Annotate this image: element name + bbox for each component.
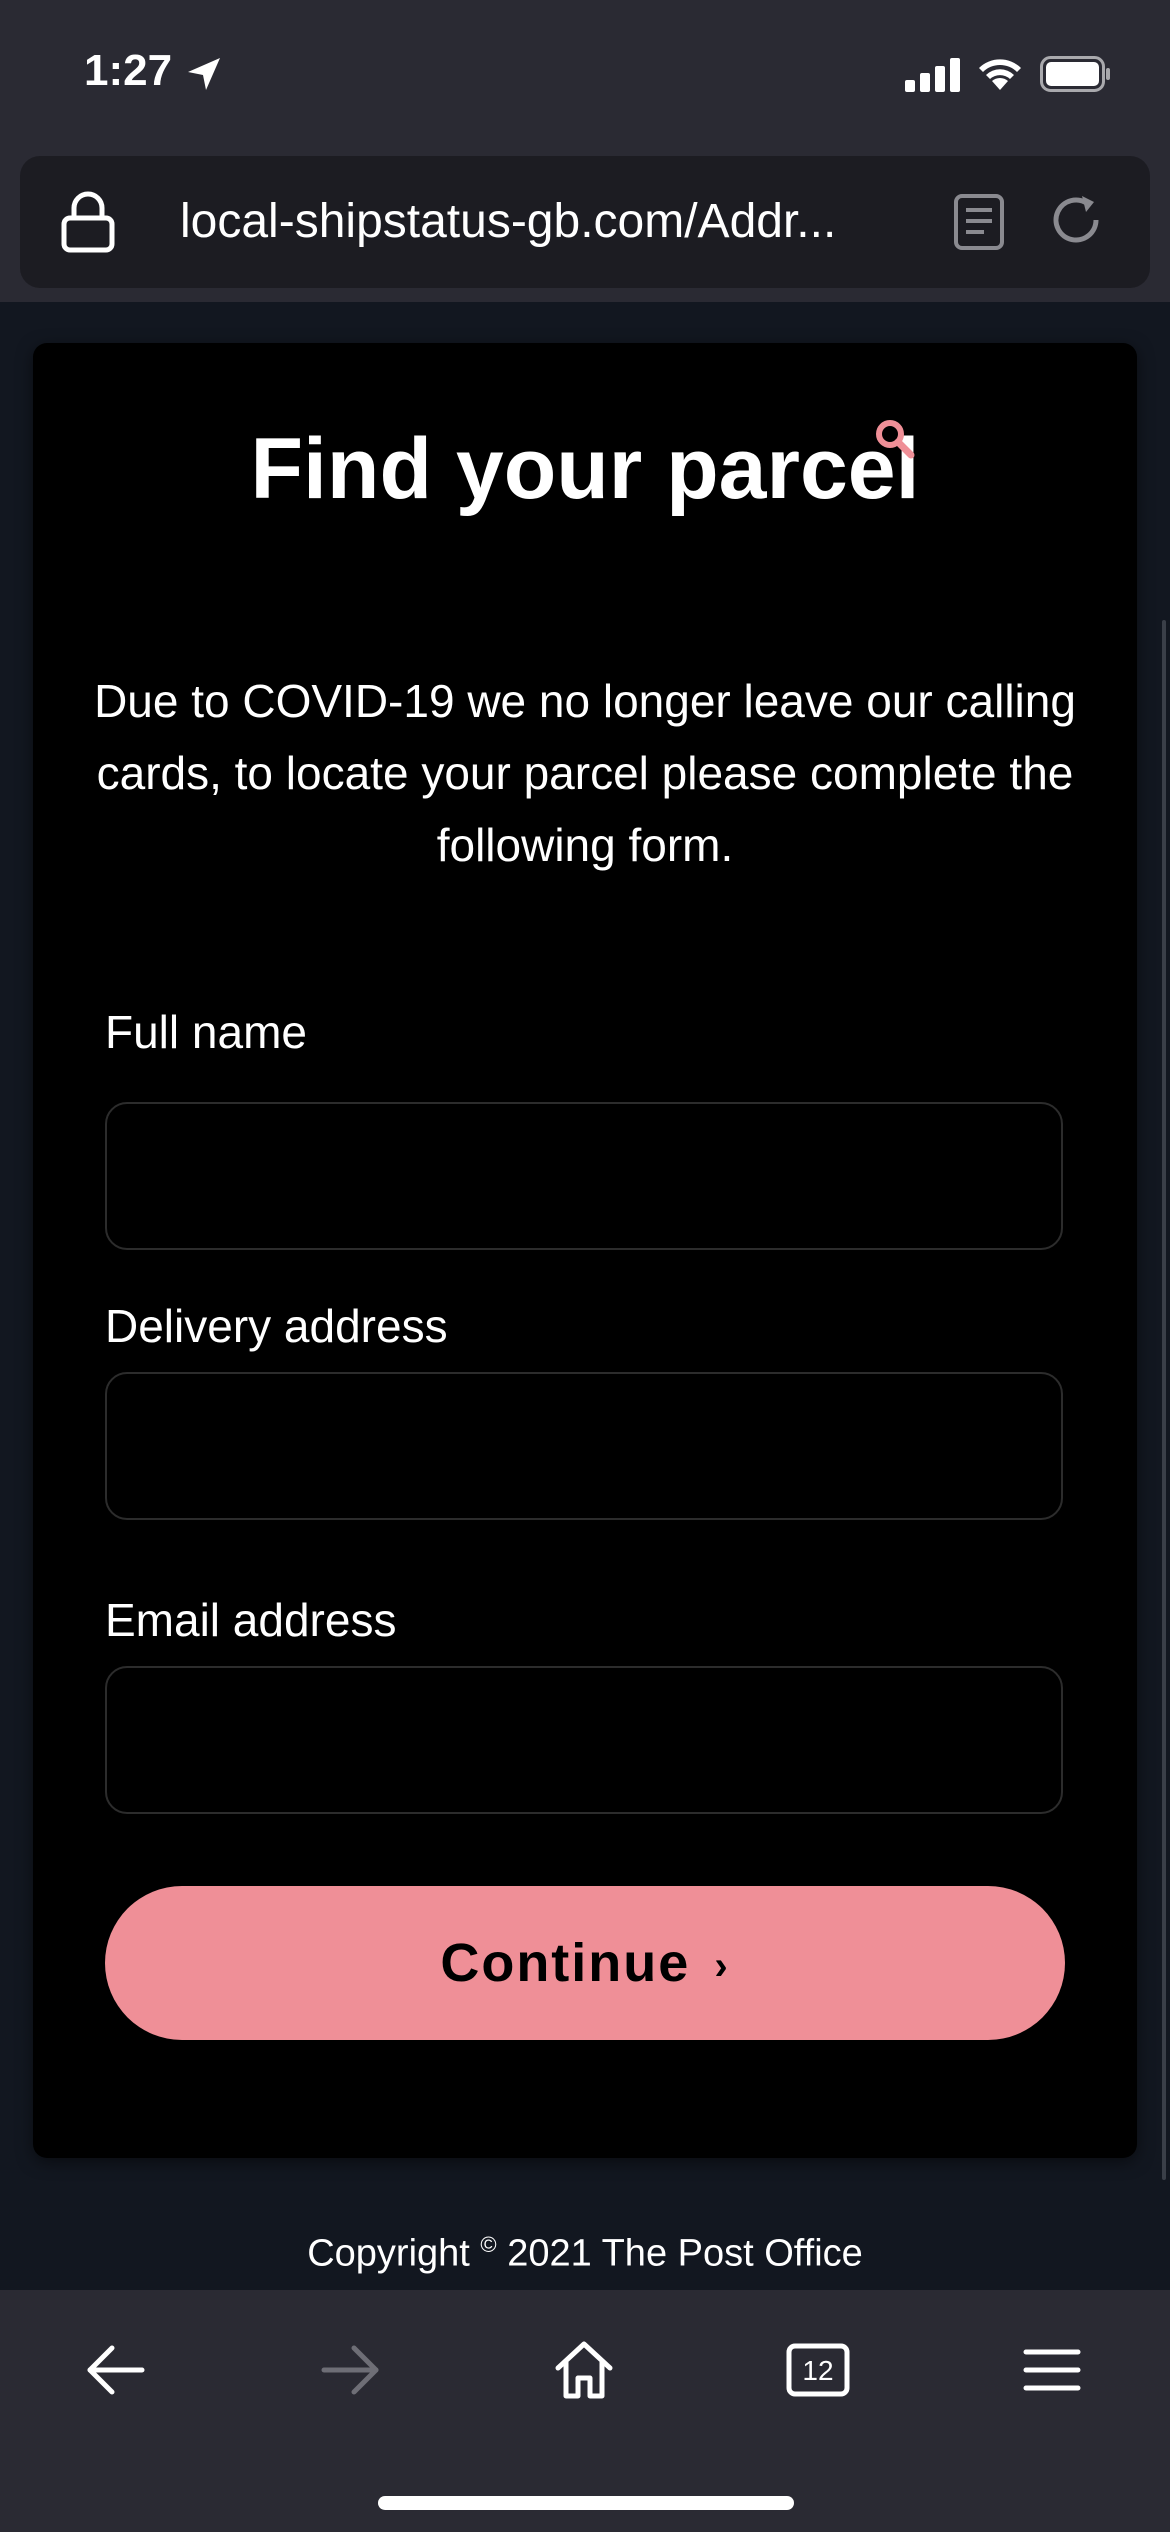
home-icon[interactable] — [552, 2338, 616, 2407]
copyright-prefix: Copyright — [307, 2232, 470, 2275]
reload-icon[interactable] — [1046, 190, 1106, 255]
lock-icon — [60, 190, 116, 259]
battery-icon — [1040, 56, 1112, 97]
browser-top-chrome: 1:27 local-shipstatus-gb.com/Addr... — [0, 0, 1170, 302]
email-address-label: Email address — [105, 1594, 397, 1646]
cellular-signal-icon — [905, 58, 961, 97]
forward-arrow-icon[interactable] — [318, 2338, 382, 2407]
scrollbar[interactable] — [1162, 620, 1166, 2180]
search-icon — [874, 418, 916, 465]
url-bar[interactable]: local-shipstatus-gb.com/Addr... — [20, 156, 1150, 288]
copyright-symbol: © — [480, 2232, 497, 2257]
delivery-address-input[interactable] — [105, 1372, 1063, 1520]
delivery-address-label: Delivery address — [105, 1300, 448, 1352]
intro-text: Due to COVID-19 we no longer leave our c… — [94, 675, 1076, 871]
home-indicator[interactable] — [378, 2496, 794, 2510]
continue-label: Continue — [440, 1933, 691, 1993]
reader-mode-icon[interactable] — [954, 194, 1004, 255]
chevron-right-icon: › — [714, 1943, 730, 1988]
menu-icon[interactable] — [1020, 2338, 1084, 2407]
status-time: 1:27 — [84, 46, 173, 95]
full-name-input[interactable] — [105, 1102, 1063, 1250]
location-arrow-icon — [186, 56, 222, 97]
back-arrow-icon[interactable] — [84, 2338, 148, 2407]
tab-count: 12 — [802, 2355, 833, 2386]
page-title: Find your parcel — [250, 421, 920, 517]
copyright-suffix: 2021 The Post Office — [507, 2232, 863, 2275]
email-address-input[interactable] — [105, 1666, 1063, 1814]
copyright-text: Copyright © 2021 The Post Office — [0, 2232, 1170, 2276]
tabs-icon[interactable]: 12 — [786, 2338, 850, 2407]
continue-button[interactable]: Continue › — [105, 1886, 1065, 2040]
wifi-icon — [975, 52, 1025, 97]
full-name-label: Full name — [105, 1006, 307, 1058]
url-text[interactable]: local-shipstatus-gb.com/Addr... — [180, 194, 940, 249]
